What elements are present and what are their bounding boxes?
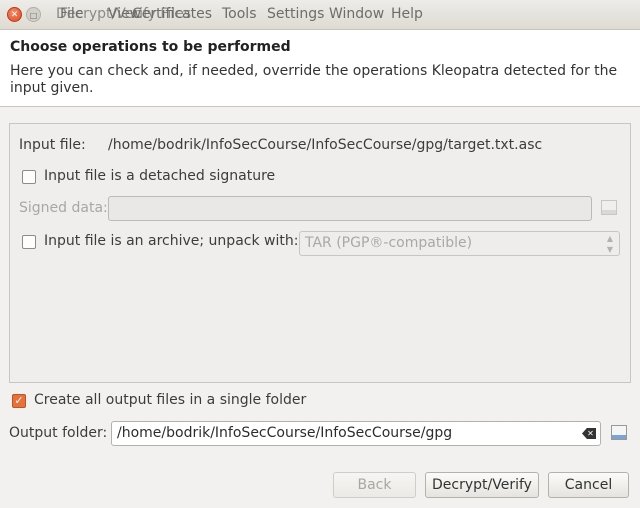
detached-signature-checkbox[interactable]	[22, 170, 36, 184]
spin-arrows-icon: ▲ ▼	[606, 234, 613, 254]
single-folder-checkbox[interactable]: ✓	[12, 394, 26, 408]
single-folder-label[interactable]: Create all output files in a single fold…	[34, 392, 306, 408]
minimize-icon[interactable]: □	[26, 7, 41, 22]
page-title: Choose operations to be performed	[10, 39, 291, 55]
menu-settings[interactable]: Settings	[267, 5, 324, 23]
page-description: Here you can check and, if needed, overr…	[10, 63, 618, 96]
detached-signature-label[interactable]: Input file is a detached signature	[44, 168, 275, 184]
decrypt-verify-button[interactable]: Decrypt/Verify	[425, 472, 539, 498]
output-folder-input[interactable]: /home/bodrik/InfoSecCourse/InfoSecCourse…	[111, 421, 601, 446]
input-file-path: /home/bodrik/InfoSecCourse/InfoSecCourse…	[108, 137, 543, 153]
close-icon[interactable]: ✕	[7, 7, 22, 22]
archive-checkbox[interactable]	[22, 235, 36, 249]
menu-certificates[interactable]: Certificates	[132, 5, 212, 23]
menu-window[interactable]: Window	[329, 5, 384, 23]
menu-tools[interactable]: Tools	[222, 5, 257, 23]
signed-data-input[interactable]	[108, 196, 592, 221]
output-folder-label: Output folder:	[9, 425, 108, 441]
archive-label[interactable]: Input file is an archive; unpack with:	[44, 233, 298, 249]
input-file-label: Input file:	[19, 137, 86, 153]
menu-help[interactable]: Help	[391, 5, 423, 23]
back-button[interactable]: Back	[333, 472, 416, 498]
wizard-header: Choose operations to be performed Here y…	[0, 30, 640, 107]
output-folder-value: /home/bodrik/InfoSecCourse/InfoSecCourse…	[117, 425, 453, 441]
signed-data-label: Signed data:	[19, 200, 108, 216]
clear-text-icon[interactable]: ✕	[582, 428, 596, 439]
folder-open-icon[interactable]	[609, 424, 629, 442]
title-bar: ✕ □ Decrypt/Verify Files File View Certi…	[0, 0, 640, 30]
folder-open-icon[interactable]	[599, 199, 619, 217]
cancel-button[interactable]: Cancel	[548, 472, 629, 498]
archive-format-value: TAR (PGP®-compatible)	[305, 235, 473, 251]
menu-file[interactable]: File	[60, 5, 83, 23]
archive-format-select[interactable]: TAR (PGP®-compatible) ▲ ▼	[299, 231, 620, 256]
